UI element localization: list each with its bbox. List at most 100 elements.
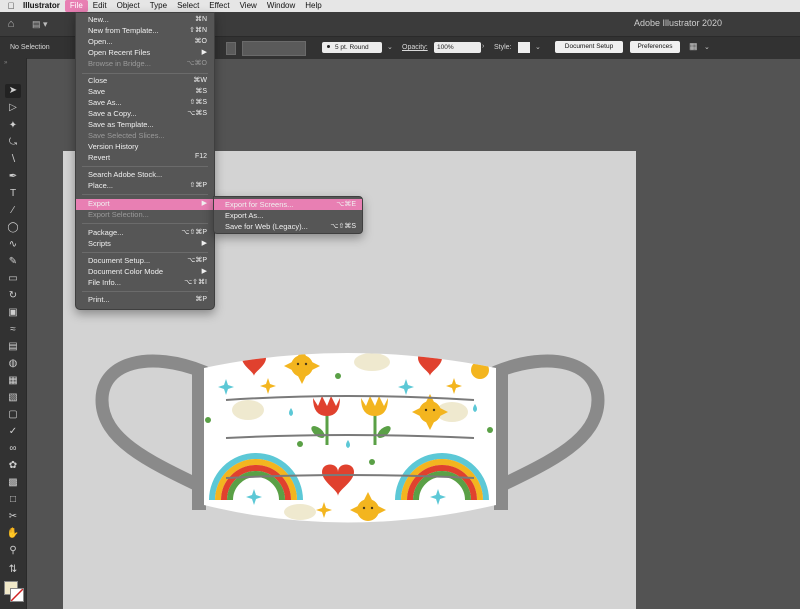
artboard-tool-icon[interactable]: □	[5, 493, 21, 507]
free-transform-tool-icon[interactable]: ▤	[5, 340, 21, 354]
menu-item-print[interactable]: Print... ⌘P	[76, 295, 214, 305]
menu-item-new-from-template[interactable]: New from Template... ⇧⌘N	[76, 26, 214, 36]
tools-panel: » ➤ ▷ ✦ ⤿ ∖ ✒ T ∕ ◯ ∿ ✎ ▭ ↻ ▣ ≈ ▤ ◍ ▦ ▧ …	[0, 58, 27, 609]
document-setup-button[interactable]: Document Setup	[555, 41, 623, 53]
menu-separator	[82, 291, 208, 292]
menu-separator	[82, 194, 208, 195]
menu-item-version-history[interactable]: Version History	[76, 142, 214, 152]
ellipse-tool-icon[interactable]: ◯	[5, 221, 21, 235]
menu-item-save-slices: Save Selected Slices...	[88, 131, 165, 140]
menu-file[interactable]: File	[64, 0, 88, 12]
lasso-tool-icon[interactable]: ⤿	[5, 136, 21, 150]
submenu-arrow-icon: ▶	[201, 200, 207, 207]
opacity-label[interactable]: Opacity:	[402, 44, 428, 51]
submenu-arrow-icon: ▶	[201, 268, 207, 275]
app-title: Adobe Illustrator 2020	[633, 18, 722, 28]
submenu-item-export-as[interactable]: Export As...	[214, 210, 362, 221]
selection-tool-icon[interactable]: ➤	[5, 84, 21, 98]
warp-tool-icon[interactable]: ≈	[5, 323, 21, 337]
line-tool-icon[interactable]: ∕	[5, 204, 21, 218]
menu-item-save[interactable]: Save ⌘S	[76, 87, 214, 97]
menu-item-open-recent[interactable]: Open Recent Files ▶	[76, 48, 214, 58]
blend-tool-icon[interactable]: ∞	[5, 442, 21, 456]
curvature-tool-icon[interactable]: ∖	[5, 153, 21, 167]
menu-item-scripts[interactable]: Scripts ▶	[76, 239, 214, 249]
arrange-chevron-icon[interactable]: ⌄	[704, 43, 710, 51]
direct-selection-tool-icon[interactable]: ▷	[5, 101, 21, 115]
gradient-tool-icon[interactable]: ▢	[5, 408, 21, 422]
menu-separator	[82, 252, 208, 253]
perspective-grid-tool-icon[interactable]: ▦	[5, 374, 21, 388]
menu-app-illustrator[interactable]: Illustrator	[18, 0, 65, 12]
variable-width-profile[interactable]	[242, 41, 306, 56]
export-submenu: Export for Screens... ⌥⌘E Export As... Sa…	[213, 196, 363, 234]
menu-item-export[interactable]: Export ▶	[76, 199, 214, 210]
style-chevron-icon[interactable]: ⌄	[535, 43, 541, 51]
menu-item-document-setup[interactable]: Document Setup... ⌥⌘P	[76, 256, 214, 266]
mesh-tool-icon[interactable]: ▧	[5, 391, 21, 405]
slice-tool-icon[interactable]: ✂	[5, 510, 21, 524]
brush-dot-icon	[327, 45, 330, 48]
menu-item-save-copy[interactable]: Save a Copy... ⌥⌘S	[76, 109, 214, 119]
menu-type[interactable]: Type	[145, 0, 172, 12]
menu-item-close[interactable]: Close ⌘W	[76, 76, 214, 86]
symbol-sprayer-tool-icon[interactable]: ✿	[5, 459, 21, 473]
selection-status: No Selection	[10, 44, 50, 51]
graphic-style-swatch[interactable]	[518, 42, 530, 53]
submenu-arrow-icon: ▶	[201, 49, 207, 56]
scale-tool-icon[interactable]: ▣	[5, 306, 21, 320]
menu-item-file-info[interactable]: File Info... ⌥⇧⌘I	[76, 278, 214, 288]
rotate-tool-icon[interactable]: ↻	[5, 289, 21, 303]
menu-edit[interactable]: Edit	[88, 0, 112, 12]
preferences-button[interactable]: Preferences	[630, 41, 680, 53]
workspace-switcher-icon[interactable]: ▤ ▾	[32, 19, 48, 30]
menu-separator	[82, 73, 208, 74]
opacity-arrow-icon[interactable]: ›	[482, 43, 484, 50]
menu-item-save-template[interactable]: Save as Template...	[76, 120, 214, 130]
panel-grip-icon[interactable]: »	[4, 60, 7, 66]
style-label: Style:	[494, 44, 512, 51]
mac-menubar:  Illustrator File Edit Object Type Sele…	[0, 0, 800, 12]
apple-icon[interactable]: 	[4, 1, 18, 11]
menu-item-browse-bridge: Browse in Bridge... ⌥⌘O	[88, 59, 207, 68]
menu-item-new[interactable]: New... ⌘N	[76, 15, 214, 25]
home-icon[interactable]: ⌂	[4, 17, 18, 31]
paintbrush-tool-icon[interactable]: ∿	[5, 238, 21, 252]
menu-item-search-stock[interactable]: Search Adobe Stock...	[76, 170, 214, 180]
arrange-documents-icon[interactable]: ▦	[689, 41, 698, 52]
menu-separator	[82, 223, 208, 224]
magic-wand-tool-icon[interactable]: ✦	[5, 119, 21, 133]
menu-window[interactable]: Window	[262, 0, 300, 12]
opacity-input[interactable]: 100%	[434, 42, 481, 53]
menu-item-package[interactable]: Package... ⌥⇧⌘P	[76, 228, 214, 238]
menu-item-open[interactable]: Open... ⌘O	[76, 37, 214, 47]
stroke-weight-dropdown[interactable]	[226, 42, 236, 55]
menu-view[interactable]: View	[235, 0, 262, 12]
menu-item-export-selection: Export Selection...	[88, 210, 149, 219]
brush-definition-dropdown[interactable]: 5 pt. Round	[322, 42, 382, 53]
swap-fill-stroke-icon[interactable]: ⇅	[5, 563, 21, 577]
menu-effect[interactable]: Effect	[204, 0, 234, 12]
menu-item-save-as[interactable]: Save As... ⇧⌘S	[76, 98, 214, 108]
submenu-item-save-for-web[interactable]: Save for Web (Legacy)... ⌥⇧⌘S	[214, 221, 362, 232]
column-graph-tool-icon[interactable]: ▩	[5, 476, 21, 490]
type-tool-icon[interactable]: T	[5, 187, 21, 201]
chevron-down-icon[interactable]: ⌄	[387, 43, 393, 51]
brush-definition-label: 5 pt. Round	[335, 44, 369, 51]
hand-tool-icon[interactable]: ✋	[5, 527, 21, 541]
zoom-tool-icon[interactable]: ⚲	[5, 544, 21, 558]
menu-item-place[interactable]: Place... ⇧⌘P	[76, 181, 214, 191]
menu-object[interactable]: Object	[112, 0, 145, 12]
stroke-color-swatch[interactable]	[10, 588, 24, 602]
menu-select[interactable]: Select	[172, 0, 204, 12]
menu-item-document-color-mode[interactable]: Document Color Mode ▶	[76, 267, 214, 277]
file-menu-dropdown: New... ⌘N New from Template... ⇧⌘N Open...…	[75, 12, 215, 310]
menu-item-revert[interactable]: Revert F12	[76, 153, 214, 163]
eraser-tool-icon[interactable]: ▭	[5, 272, 21, 286]
menu-help[interactable]: Help	[300, 0, 326, 12]
eyedropper-tool-icon[interactable]: ✓	[5, 425, 21, 439]
shape-builder-tool-icon[interactable]: ◍	[5, 357, 21, 371]
shaper-tool-icon[interactable]: ✎	[5, 255, 21, 269]
pen-tool-icon[interactable]: ✒	[5, 170, 21, 184]
submenu-item-export-for-screens[interactable]: Export for Screens... ⌥⌘E	[214, 199, 362, 210]
